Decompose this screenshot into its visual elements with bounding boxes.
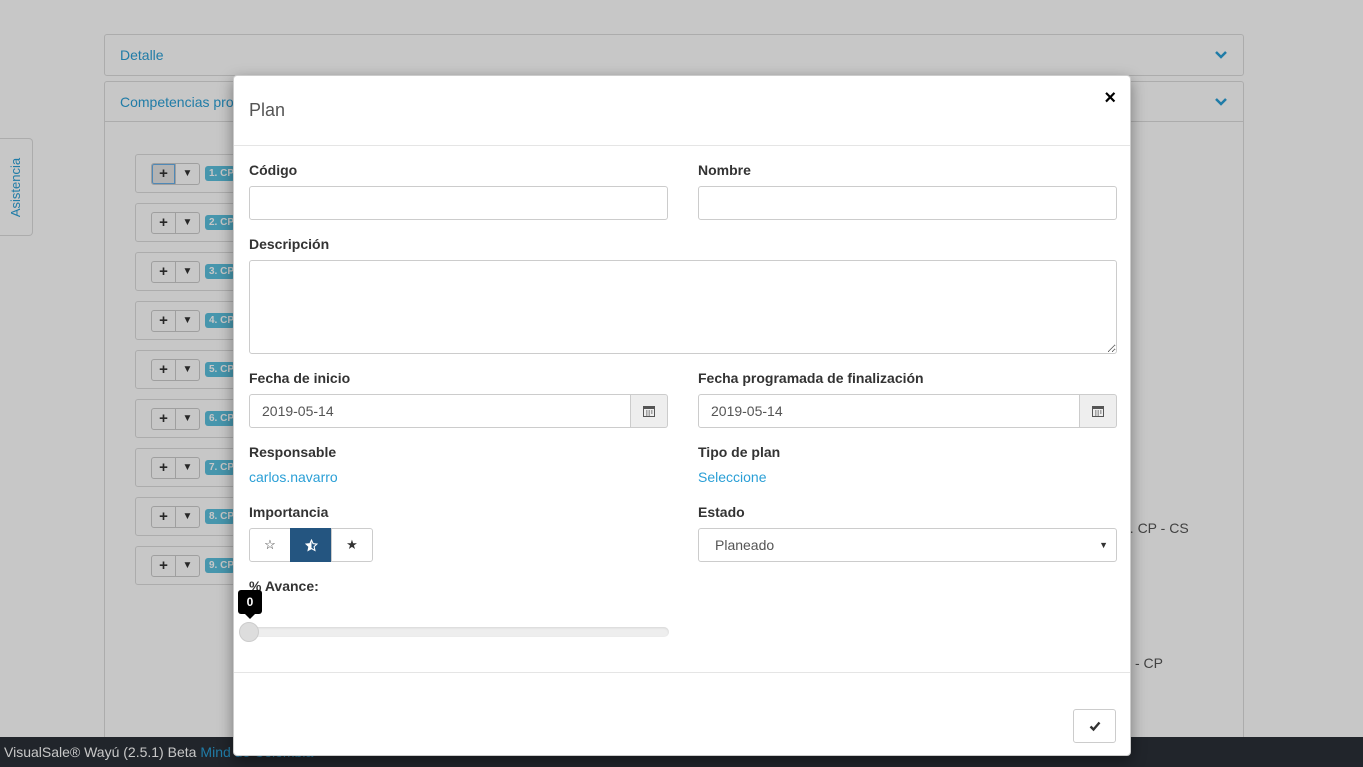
codigo-input[interactable] [249, 186, 668, 220]
codigo-label: Código [249, 162, 298, 178]
slider-tooltip: 0 [238, 590, 262, 614]
star-empty-icon[interactable]: ☆ [249, 528, 291, 562]
estado-select[interactable]: Planeado ▼ [698, 528, 1117, 562]
fecha-inicio-label: Fecha de inicio [249, 370, 351, 386]
calendar-icon[interactable] [1080, 394, 1117, 428]
modal-header: Plan × [234, 76, 1130, 146]
plan-modal: Plan × Código Nombre Descripción Fecha d… [233, 75, 1131, 756]
calendar-icon[interactable] [631, 394, 668, 428]
estado-label: Estado [698, 504, 745, 520]
modal-title: Plan [249, 100, 286, 120]
star-half-icon[interactable] [290, 528, 332, 562]
slider-tooltip-value: 0 [246, 595, 254, 609]
nombre-label: Nombre [698, 162, 751, 178]
fecha-fin-input[interactable] [698, 394, 1080, 428]
confirm-button[interactable] [1073, 709, 1116, 743]
nombre-input[interactable] [698, 186, 1117, 220]
descripcion-textarea[interactable] [249, 260, 1117, 354]
estado-value: Planeado [715, 537, 775, 553]
avance-slider-track[interactable] [249, 627, 669, 637]
avance-slider-handle[interactable] [239, 622, 259, 642]
responsable-label: Responsable [249, 444, 337, 460]
tipo-plan-link[interactable]: Seleccione [698, 469, 767, 485]
star-full-icon[interactable]: ★ [331, 528, 373, 562]
fecha-fin-group [698, 394, 1117, 428]
importancia-label: Importancia [249, 504, 329, 520]
importancia-group: ☆ ★ [249, 528, 373, 562]
fecha-inicio-input[interactable] [249, 394, 631, 428]
close-icon[interactable]: × [1104, 88, 1116, 108]
tipo-plan-label: Tipo de plan [698, 444, 781, 460]
responsable-link[interactable]: carlos.navarro [249, 469, 338, 485]
check-icon [1089, 721, 1100, 732]
modal-footer [234, 672, 1130, 756]
fecha-fin-label: Fecha programada de finalización [698, 370, 924, 386]
caret-down-icon: ▼ [1099, 540, 1108, 550]
tooltip-arrow [245, 614, 255, 619]
fecha-inicio-group [249, 394, 668, 428]
descripcion-label: Descripción [249, 236, 330, 252]
